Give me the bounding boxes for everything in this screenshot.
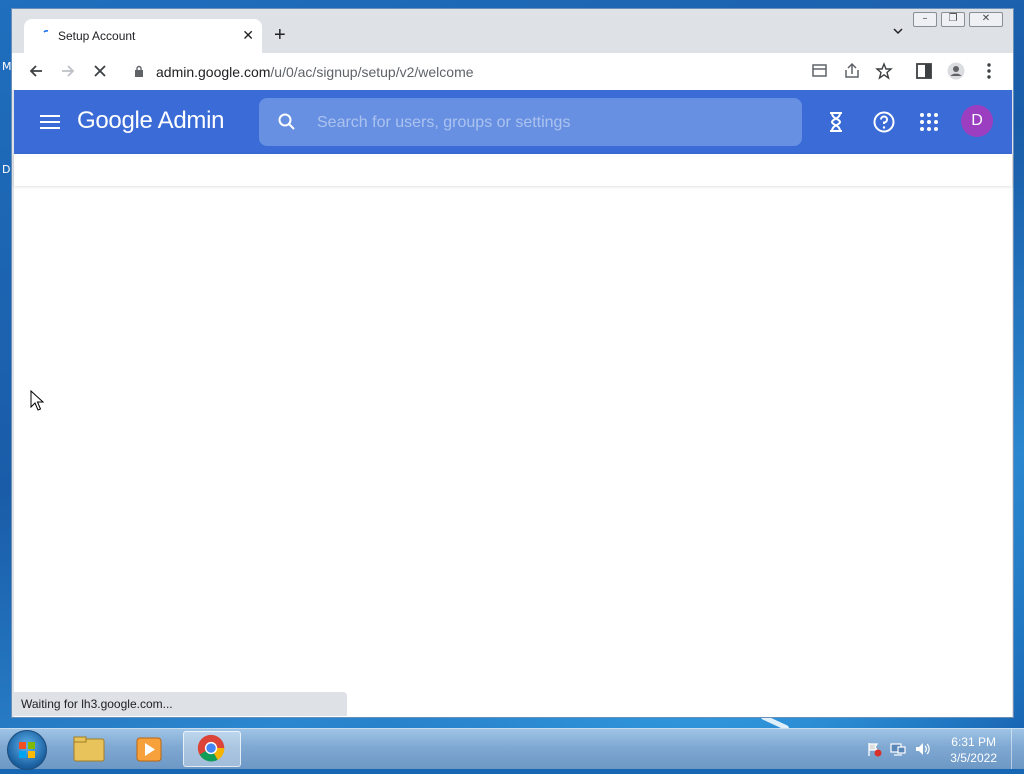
more-menu-icon[interactable]	[980, 62, 998, 80]
restore-button[interactable]: ❐	[941, 12, 965, 27]
system-clock[interactable]: 6:31 PM 3/5/2022	[950, 734, 997, 766]
account-avatar[interactable]: D	[961, 105, 993, 137]
apps-grid-icon[interactable]	[918, 111, 940, 133]
clock-time: 6:31 PM	[951, 735, 996, 749]
tab-close-icon[interactable]: ✕	[242, 27, 254, 44]
new-tab-button[interactable]: +	[274, 25, 286, 45]
folder-icon	[73, 736, 105, 762]
start-button[interactable]	[7, 730, 47, 770]
back-arrow-icon[interactable]	[27, 62, 45, 80]
page-content: Waiting for lh3.google.com...	[14, 154, 1012, 717]
tab-title: Setup Account	[58, 29, 136, 43]
share-icon[interactable]	[843, 62, 861, 80]
forward-arrow-icon[interactable]	[59, 62, 77, 80]
google-admin-logo[interactable]: Google Admin	[77, 107, 224, 135]
mouse-cursor-icon	[30, 390, 44, 411]
loading-spinner-icon	[43, 30, 49, 33]
browser-toolbar: admin.google.com/u/0/ac/signup/setup/v2/…	[12, 53, 1013, 90]
network-icon[interactable]	[890, 741, 906, 757]
status-bubble: Waiting for lh3.google.com...	[14, 692, 347, 716]
stop-loading-icon[interactable]	[91, 62, 109, 80]
volume-icon[interactable]	[914, 741, 930, 757]
window-controls: – ❐ ✕	[913, 12, 1003, 27]
taskbar-file-explorer[interactable]	[60, 731, 118, 767]
hourglass-icon[interactable]	[825, 111, 847, 133]
sub-header-bar	[14, 154, 1012, 186]
taskbar: 6:31 PM 3/5/2022	[0, 728, 1024, 770]
chrome-icon	[197, 734, 225, 762]
main-menu-icon[interactable]	[39, 114, 61, 130]
side-panel-icon[interactable]	[915, 62, 933, 80]
desktop-icon-label-d: D	[2, 163, 11, 176]
windows-logo-icon	[19, 742, 35, 758]
browser-window: – ❐ ✕ Setup Account ✕ + admin.google.com…	[11, 8, 1014, 718]
admin-header: Google Admin D	[14, 90, 1012, 154]
media-player-icon	[136, 737, 162, 762]
url-text[interactable]: admin.google.com/u/0/ac/signup/setup/v2/…	[156, 64, 474, 80]
search-input[interactable]	[315, 112, 779, 134]
address-bar[interactable]: admin.google.com/u/0/ac/signup/setup/v2/…	[124, 56, 794, 86]
show-desktop-button[interactable]	[1011, 729, 1024, 769]
clock-date: 3/5/2022	[950, 751, 997, 765]
action-center-flag-icon[interactable]	[866, 741, 882, 757]
profile-icon[interactable]	[947, 62, 965, 80]
help-icon[interactable]	[873, 111, 895, 133]
tab-setup-account[interactable]: Setup Account ✕	[24, 19, 262, 53]
tab-search-chevron-icon[interactable]	[893, 26, 903, 36]
close-window-button[interactable]: ✕	[969, 12, 1003, 27]
lock-icon[interactable]	[134, 65, 144, 77]
taskbar-media-player[interactable]	[120, 731, 178, 767]
card-icon[interactable]	[811, 62, 829, 80]
search-icon	[278, 113, 295, 130]
taskbar-chrome[interactable]	[183, 731, 241, 767]
bookmark-star-icon[interactable]	[875, 62, 893, 80]
minimize-button[interactable]: –	[913, 12, 937, 27]
admin-search-box[interactable]	[259, 98, 802, 146]
